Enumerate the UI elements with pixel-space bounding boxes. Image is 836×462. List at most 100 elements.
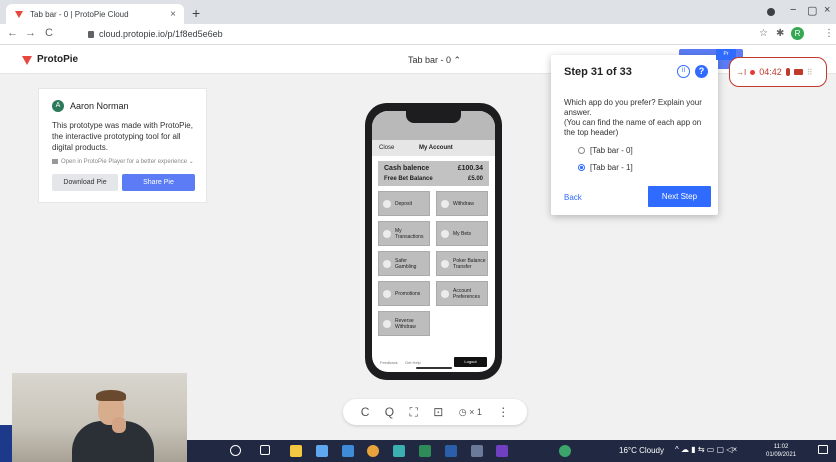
pie-selector[interactable]: Tab bar - 0 ⌃ — [408, 55, 461, 66]
reverse-withdraw-icon — [383, 319, 391, 328]
account-close-button[interactable]: Close — [379, 145, 394, 151]
share-pie-button[interactable]: Share Pie — [122, 174, 195, 191]
deposit-icon — [383, 199, 391, 208]
tile-my-bets[interactable]: My Bets — [436, 221, 488, 246]
tile-withdraw[interactable]: Withdraw — [436, 191, 488, 216]
open-in-player-link[interactable]: Open in ProtoPie Player for a better exp… — [52, 158, 194, 165]
excel-icon[interactable] — [419, 445, 431, 457]
prototype-description: This prototype was made with ProtoPie, t… — [52, 121, 193, 152]
speed-control[interactable]: ◷ × 1 — [459, 407, 482, 418]
close-window-button[interactable]: × — [824, 4, 830, 16]
withdraw-icon — [441, 199, 449, 208]
tile-safer-gambling[interactable]: Safer Gambling — [378, 251, 430, 276]
balance-panel: Cash balence £100.34 Free Bet Balance £5… — [378, 161, 489, 186]
tile-promotions[interactable]: Promotions — [378, 281, 430, 306]
back-button[interactable]: ← — [7, 27, 18, 39]
phone-frame: Close My Account Cash balence £100.34 Fr… — [365, 103, 502, 380]
weather-widget[interactable]: 16°C Cloudy — [619, 446, 664, 455]
promotions-icon — [383, 289, 391, 298]
protopie-favicon-icon — [15, 11, 23, 18]
cash-balance-label: Cash balence — [384, 165, 430, 172]
help-icon[interactable]: ? — [695, 65, 708, 78]
prototype-screen[interactable]: Close My Account Cash balence £100.34 Fr… — [372, 111, 495, 372]
next-step-button[interactable]: Next Step — [648, 186, 711, 207]
profile-avatar[interactable]: R — [791, 27, 804, 40]
tile-label: My Bets — [453, 230, 472, 237]
windows-taskbar: 16°C Cloudy ^ ☁ ▮ ⇆ ▭ ▢ ◁× — [187, 440, 836, 462]
option-label: [Tab bar - 0] — [590, 146, 633, 155]
app-icon-1[interactable] — [316, 445, 328, 457]
taskbar-clock[interactable]: 11:02 01/09/2021 — [766, 443, 796, 459]
tile-label: Reverse Withdraw — [395, 317, 416, 330]
tile-label: Deposit — [395, 200, 412, 207]
tile-label: My Transactions — [395, 227, 424, 240]
minimize-button[interactable]: − — [790, 4, 796, 16]
option-label: [Tab bar - 1] — [590, 163, 633, 172]
zoom-icon[interactable]: Q — [385, 405, 394, 419]
chrome-icon[interactable] — [367, 445, 379, 457]
extensions-icon[interactable]: ✱ — [776, 28, 784, 39]
browser-tab-strip: Tab bar - 0 | ProtoPie Cloud × + − ▢ × — [0, 0, 836, 24]
browser-menu-icon[interactable]: ⋮ — [824, 28, 834, 39]
recording-indicator-icon — [767, 8, 775, 16]
drag-handle-icon[interactable]: ⠿ — [807, 68, 813, 77]
powerpoint-icon[interactable] — [496, 445, 508, 457]
clock-date: 01/09/2021 — [766, 452, 797, 458]
screenshot-icon[interactable]: ⊡ — [433, 405, 443, 419]
cash-balance-row: Cash balence £100.34 — [384, 165, 483, 172]
step-counter: Step 31 of 33 — [564, 66, 632, 78]
player-icon — [52, 159, 58, 164]
protopie-logo-icon — [22, 55, 32, 65]
skip-icon[interactable]: →I — [736, 68, 746, 77]
get-help-link[interactable]: Get Help — [405, 360, 421, 365]
tile-my-transactions[interactable]: My Transactions — [378, 221, 430, 246]
browser-tab[interactable]: Tab bar - 0 | ProtoPie Cloud × — [6, 4, 184, 24]
tile-label: Account Preferences — [453, 287, 480, 300]
option-tab-bar-1[interactable]: [Tab bar - 1] — [578, 163, 633, 172]
maximize-button[interactable]: ▢ — [807, 4, 817, 17]
tile-poker-transfer[interactable]: Poker Balance Transfer — [436, 251, 488, 276]
task-view-icon[interactable] — [260, 445, 270, 455]
tile-reverse-withdraw[interactable]: Reverse Withdraw — [378, 311, 430, 336]
address-bar[interactable]: cloud.protopie.io/p/1f8ed5e6eb — [88, 29, 223, 39]
free-bet-label: Free Bet Balance — [384, 176, 433, 182]
recording-widget: →I 04:42 ⠿ — [729, 57, 827, 87]
teams-icon[interactable] — [393, 445, 405, 457]
new-tab-button[interactable]: + — [192, 5, 200, 21]
prototype-info-card: A Aaron Norman This prototype was made w… — [38, 88, 207, 203]
system-tray[interactable]: ^ ☁ ▮ ⇆ ▭ ▢ ◁× — [675, 445, 737, 454]
feedback-link[interactable]: Feedback — [380, 360, 398, 365]
forward-button[interactable]: → — [25, 27, 36, 39]
restart-icon[interactable]: C — [361, 405, 370, 419]
tile-account-preferences[interactable]: Account Preferences — [436, 281, 488, 306]
search-icon[interactable] — [230, 445, 241, 456]
app-icon-4[interactable] — [559, 445, 571, 457]
tab-close-icon[interactable]: × — [170, 9, 176, 20]
recording-timer: 04:42 — [759, 67, 782, 77]
outlook-icon[interactable] — [445, 445, 457, 457]
back-button[interactable]: Back — [564, 193, 582, 202]
download-pie-button[interactable]: Download Pie — [52, 174, 118, 191]
tile-deposit[interactable]: Deposit — [378, 191, 430, 216]
recording-dot-icon — [750, 69, 756, 75]
microphone-icon[interactable] — [785, 68, 790, 76]
camera-icon[interactable] — [793, 69, 803, 75]
tile-label: Promotions — [395, 290, 421, 297]
pause-icon[interactable]: II — [677, 65, 690, 78]
app-icon-2[interactable] — [342, 445, 354, 457]
more-icon[interactable]: ⋮ — [497, 405, 509, 419]
brand[interactable]: ProtoPie — [22, 54, 78, 65]
radio-unselected-icon[interactable] — [578, 147, 585, 154]
radio-selected-icon[interactable] — [578, 164, 585, 171]
account-footer: Feedback Get Help Logout — [372, 352, 495, 372]
bookmark-star-icon[interactable]: ☆ — [759, 28, 768, 39]
reload-button[interactable]: C — [45, 27, 53, 39]
fullscreen-icon[interactable]: ⛶ — [409, 405, 417, 420]
file-explorer-icon[interactable] — [290, 445, 302, 457]
logout-button[interactable]: Logout — [454, 357, 487, 367]
option-tab-bar-0[interactable]: [Tab bar - 0] — [578, 146, 633, 155]
app-icon-3[interactable] — [471, 445, 483, 457]
task-panel: Step 31 of 33 II ? Which app do you pref… — [551, 55, 718, 215]
notification-icon[interactable] — [818, 445, 828, 454]
clock-time: 11:02 — [773, 444, 789, 450]
